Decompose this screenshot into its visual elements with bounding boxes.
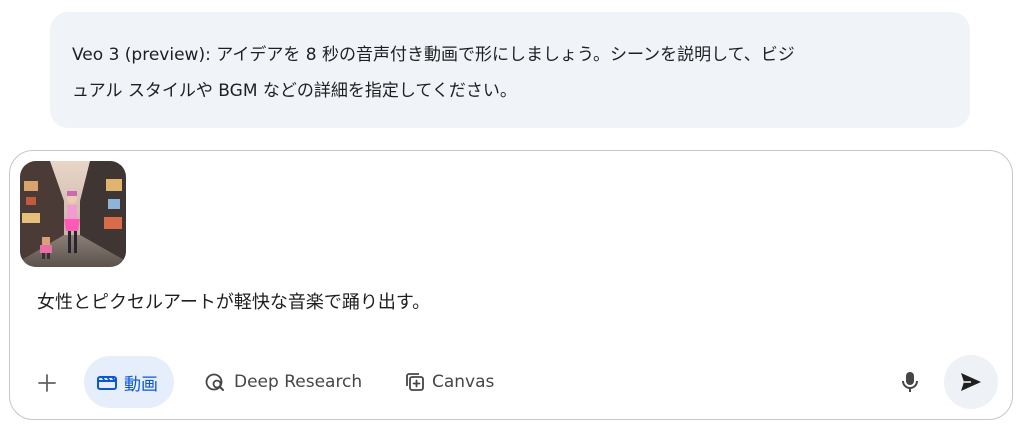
send-icon bbox=[961, 373, 981, 391]
clapperboard-icon bbox=[96, 373, 118, 391]
attached-image-thumbnail[interactable] bbox=[20, 161, 126, 267]
plus-icon bbox=[38, 374, 56, 392]
microphone-icon bbox=[902, 372, 918, 392]
prompt-composer[interactable]: 女性とピクセルアートが軽快な音楽で踊り出す。 動画 Deep Research bbox=[9, 150, 1013, 420]
prompt-input[interactable]: 女性とピクセルアートが軽快な音楽で踊り出す。 bbox=[37, 289, 430, 317]
banner-line-1: Veo 3 (preview): アイデアを 8 秒の音声付き動画で形にしましょ… bbox=[72, 45, 795, 65]
street-photo-image bbox=[20, 161, 126, 267]
info-banner: Veo 3 (preview): アイデアを 8 秒の音声付き動画で形にしましょ… bbox=[50, 12, 970, 128]
video-tool-label: 動画 bbox=[124, 374, 158, 395]
canvas-label: Canvas bbox=[432, 372, 495, 392]
banner-line-2: ュアル スタイルや BGM などの詳細を指定してください。 bbox=[72, 81, 517, 101]
microphone-button[interactable] bbox=[895, 364, 925, 400]
deep-research-label: Deep Research bbox=[234, 372, 363, 392]
canvas-button[interactable]: Canvas bbox=[400, 356, 498, 408]
send-button[interactable] bbox=[944, 355, 998, 409]
video-tool-chip[interactable]: 動画 bbox=[84, 356, 174, 408]
research-search-icon bbox=[204, 371, 228, 393]
deep-research-button[interactable]: Deep Research bbox=[200, 356, 366, 408]
add-button[interactable] bbox=[32, 365, 62, 401]
canvas-add-icon bbox=[404, 371, 426, 393]
